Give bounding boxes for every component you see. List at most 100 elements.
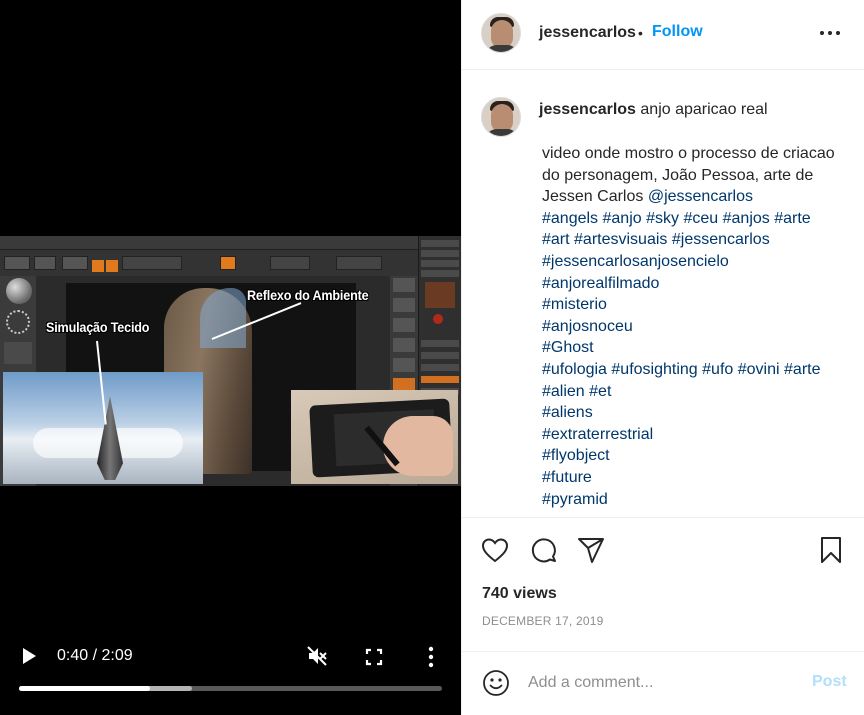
comment-input[interactable] xyxy=(528,672,798,694)
hashtag-link[interactable]: #ceu xyxy=(683,210,718,227)
hand-shape xyxy=(383,416,453,476)
hashtag-link[interactable]: #anjorealfilmado xyxy=(542,275,659,292)
comment-button[interactable] xyxy=(528,535,558,565)
hashtag-link[interactable]: #misterio xyxy=(542,296,607,313)
hashtag-link[interactable]: #ufo xyxy=(702,361,733,378)
bookmark-icon xyxy=(821,537,841,563)
header-username[interactable]: jessencarlos xyxy=(539,23,636,43)
options-button[interactable] xyxy=(819,23,841,43)
hashtag-link[interactable]: #arte xyxy=(784,361,820,378)
tool-thumbnail xyxy=(433,314,443,324)
hashtag-link[interactable]: #aliens xyxy=(542,404,593,421)
hashtag-link[interactable]: #artesvisuais xyxy=(574,231,667,248)
progress-played xyxy=(19,686,151,691)
toolbar-slider xyxy=(270,256,310,270)
shelf-button xyxy=(393,318,415,332)
toolbar-orange-button xyxy=(92,260,104,272)
hashtag-link[interactable]: #alien xyxy=(542,383,585,400)
caption-username[interactable]: jessencarlos xyxy=(539,101,636,118)
software-toolbar xyxy=(0,250,418,276)
toolbar-block xyxy=(122,256,182,270)
hashtag-link[interactable]: #jessencarlosanjosencielo xyxy=(542,253,729,270)
hashtag-link[interactable]: #et xyxy=(589,383,611,400)
muted-speaker-icon xyxy=(307,646,327,666)
caption-text: video onde mostro o processo de criacao … xyxy=(542,143,852,510)
hashtag-link[interactable]: #anjos xyxy=(723,210,770,227)
caption-mention[interactable]: @jessencarlos xyxy=(648,188,753,205)
speech-bubble-icon xyxy=(531,538,556,563)
hashtag-link[interactable]: #anjosnoceu xyxy=(542,318,633,335)
fullscreen-icon xyxy=(365,648,383,666)
brush-dots-icon xyxy=(6,310,30,334)
vertical-dots-icon xyxy=(428,646,434,668)
hashtag-link[interactable]: #angels xyxy=(542,210,598,227)
avatar-shirt xyxy=(485,129,519,136)
shelf-button xyxy=(393,338,415,352)
post-header: jessencarlos • Follow xyxy=(462,0,864,70)
time-display: 0:40 / 2:09 xyxy=(57,647,133,664)
emoji-button[interactable] xyxy=(482,669,510,697)
caption-area: jessencarlos anjo aparicao real video on… xyxy=(462,71,864,517)
hashtag-line: #angels #anjo #sky #ceu #anjos #arte xyxy=(542,208,852,230)
palette-row xyxy=(421,352,459,359)
hashtag-list: #angels #anjo #sky #ceu #anjos #arte #art… xyxy=(542,208,852,510)
hashtag-link[interactable]: #future xyxy=(542,469,592,486)
hashtag-line: #Ghost xyxy=(542,337,852,359)
palette-row xyxy=(421,270,459,277)
post-side-panel: jessencarlos • Follow jessencarlos anjo … xyxy=(461,0,864,715)
tablet-inset-image xyxy=(291,390,458,484)
video-frame[interactable]: Reflexo do Ambiente Simulação Tecido xyxy=(0,236,461,486)
hashtag-link[interactable]: #extraterrestrial xyxy=(542,426,653,443)
comment-bar: Post xyxy=(462,651,864,715)
play-button[interactable] xyxy=(20,646,38,666)
toolbar-orange-button xyxy=(106,260,118,272)
hashtag-line: #anjosnoceu xyxy=(542,316,852,338)
post-date[interactable]: DECEMBER 17, 2019 xyxy=(482,614,603,628)
post-button[interactable]: Post xyxy=(812,673,847,691)
hashtag-line: #future xyxy=(542,467,852,489)
hashtag-link[interactable]: #Ghost xyxy=(542,339,594,356)
hashtag-line: #misterio xyxy=(542,294,852,316)
hashtag-line: #flyobject xyxy=(542,445,852,467)
save-button[interactable] xyxy=(816,535,846,565)
hashtag-link[interactable]: #sky xyxy=(646,210,679,227)
caption-avatar[interactable] xyxy=(481,97,521,137)
palette-row xyxy=(421,250,459,257)
avatar-face xyxy=(491,20,513,48)
shelf-slot xyxy=(4,342,32,364)
like-button[interactable] xyxy=(480,535,510,565)
avatar[interactable] xyxy=(481,13,521,53)
views-count[interactable]: 740 views xyxy=(482,584,557,604)
unmute-button[interactable] xyxy=(306,645,328,667)
video-progress-bar[interactable] xyxy=(19,686,442,691)
play-icon xyxy=(23,648,36,664)
hashtag-link[interactable]: #art xyxy=(542,231,570,248)
toolbar-block xyxy=(62,256,88,270)
separator-dot: • xyxy=(638,25,643,41)
palette-row xyxy=(421,364,459,371)
video-more-options-button[interactable] xyxy=(427,646,435,668)
toolbar-block xyxy=(4,256,30,270)
toolbar-block xyxy=(34,256,56,270)
action-bar xyxy=(462,517,864,581)
hashtag-link[interactable]: #arte xyxy=(774,210,810,227)
avatar-face xyxy=(491,104,513,132)
hashtag-link[interactable]: #ufologia xyxy=(542,361,607,378)
hashtag-link[interactable]: #pyramid xyxy=(542,491,608,508)
hashtag-line: #ufologia #ufosighting #ufo #ovini #arte xyxy=(542,359,852,381)
fullscreen-button[interactable] xyxy=(365,648,383,666)
video-player[interactable]: Reflexo do Ambiente Simulação Tecido 0:4… xyxy=(0,0,461,715)
tool-thumbnail xyxy=(425,282,455,308)
hashtag-link[interactable]: #ovini xyxy=(738,361,780,378)
hashtag-link[interactable]: #anjo xyxy=(603,210,642,227)
share-button[interactable] xyxy=(576,535,606,565)
follow-button[interactable]: Follow xyxy=(652,22,703,42)
hashtag-link[interactable]: #ufosighting xyxy=(611,361,697,378)
palette-row xyxy=(421,340,459,347)
hashtag-line: #extraterrestrial xyxy=(542,424,852,446)
hashtag-link[interactable]: #jessencarlos xyxy=(672,231,770,248)
hashtag-link[interactable]: #flyobject xyxy=(542,447,610,464)
software-menubar xyxy=(0,236,461,250)
hashtag-line: #alien #et xyxy=(542,381,852,403)
hashtag-line: #jessencarlosanjosencielo xyxy=(542,251,852,273)
